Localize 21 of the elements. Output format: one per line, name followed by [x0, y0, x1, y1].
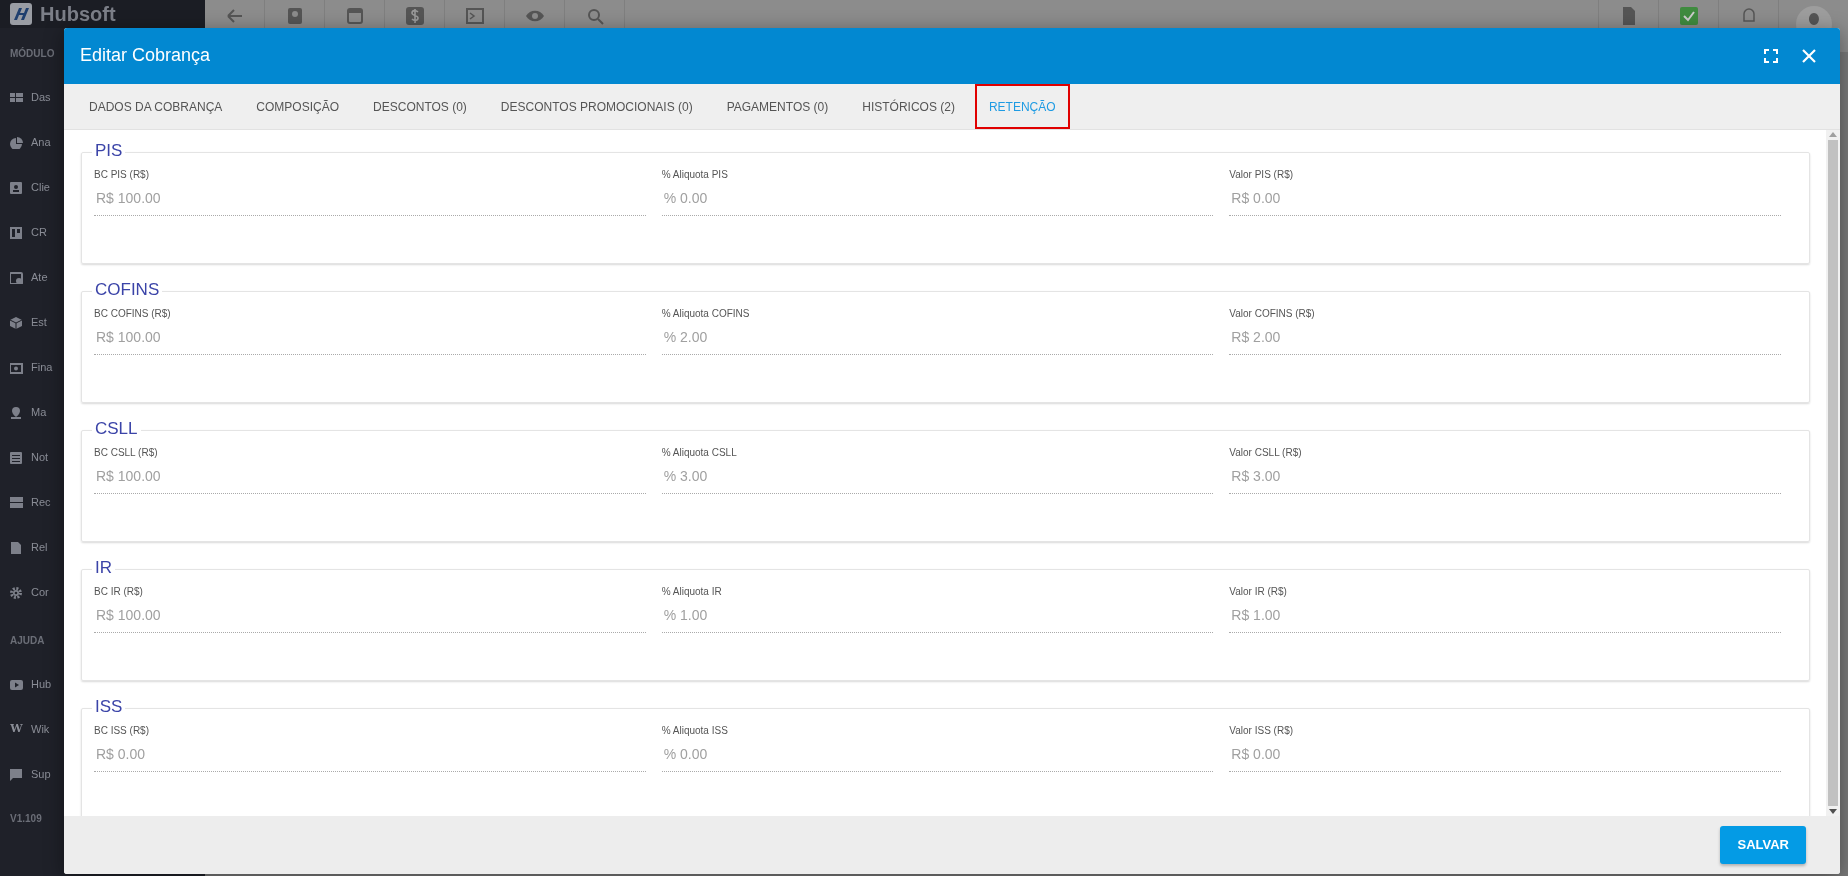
field-label: BC ISS (R$) — [94, 724, 150, 738]
field-label: % Aliquota ISS — [661, 724, 729, 738]
field-label: BC IR (R$) — [94, 585, 144, 599]
field-label: % Aliquota CSLL — [661, 446, 738, 460]
wiki-icon: W — [10, 721, 23, 738]
field-label: BC PIS (R$) — [94, 168, 150, 182]
field-label: % Aliquota COFINS — [661, 307, 751, 321]
modal-title: Editar Cobrança — [80, 45, 212, 67]
field-label: Valor PIS (R$) — [1229, 168, 1295, 182]
field-label: BC CSLL (R$) — [94, 446, 159, 460]
version-label: V1.109 — [10, 812, 42, 826]
field-label: Valor IR (R$) — [1229, 585, 1288, 599]
field-label: Valor CSLL (R$) — [1229, 446, 1303, 460]
field-label: Valor ISS (R$) — [1229, 724, 1295, 738]
sidebar-section-title: MÓDULO — [10, 46, 55, 61]
sidebar-section-title: AJUDA — [10, 634, 45, 648]
logo-text: Hubsoft — [40, 4, 116, 24]
field-label: % Aliquota IR — [661, 585, 723, 599]
field-label: BC COFINS (R$) — [94, 307, 172, 321]
field-label: Valor COFINS (R$) — [1229, 307, 1316, 321]
field-label: % Aliquota PIS — [661, 168, 729, 182]
